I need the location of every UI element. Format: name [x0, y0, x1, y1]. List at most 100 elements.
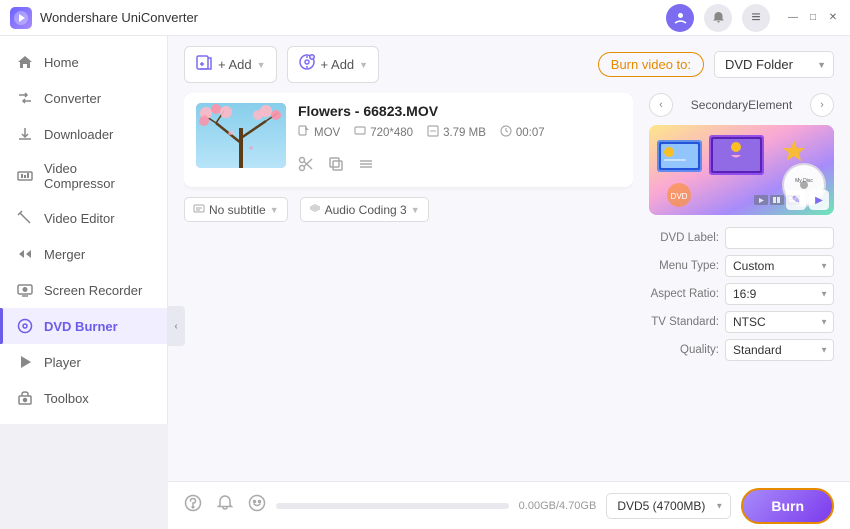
user-icon[interactable]: [666, 4, 694, 32]
subtitle-icon: [193, 202, 205, 217]
file-controls: No subtitle ▼: [184, 197, 633, 222]
disc-size-select-wrap: DVD5 (4700MB) DVD9 (8540MB): [606, 493, 731, 519]
file-format-value: MOV: [314, 127, 340, 139]
close-button[interactable]: ✕: [826, 11, 840, 25]
subtitle-dropdown[interactable]: No subtitle ▼: [184, 197, 288, 222]
preview-thumbnail: My Disc DVD: [649, 125, 834, 215]
copy-icon[interactable]: [328, 156, 344, 177]
sidebar-item-video-editor[interactable]: Video Editor: [0, 200, 167, 236]
help-icon[interactable]: [184, 494, 202, 517]
menu-type-select[interactable]: Custom None Standard: [725, 255, 834, 277]
converter-icon: [16, 89, 34, 107]
sidebar-item-recorder-label: Screen Recorder: [44, 283, 142, 298]
subtitle-label: No subtitle: [209, 203, 266, 217]
cut-icon[interactable]: [298, 156, 314, 177]
disc-size-select[interactable]: DVD5 (4700MB) DVD9 (8540MB): [606, 493, 731, 519]
sidebar-item-merger[interactable]: Merger: [0, 236, 167, 272]
sidebar-item-toolbox-label: Toolbox: [44, 391, 89, 406]
aspect-ratio-label: Aspect Ratio:: [649, 288, 719, 300]
duration-icon: [500, 125, 512, 140]
file-size-value: 3.79 MB: [443, 127, 486, 139]
file-meta: MOV 720*480: [298, 125, 621, 140]
titlebar: Wondershare UniConverter ≡ — □ ✕: [0, 0, 850, 36]
prev-template-button[interactable]: ‹: [649, 93, 673, 117]
burn-button[interactable]: Burn: [741, 488, 834, 524]
sidebar-item-merger-label: Merger: [44, 247, 85, 262]
sidebar-item-converter-label: Converter: [44, 91, 101, 106]
menu-type-select-wrap: Custom None Standard: [725, 255, 834, 277]
dvd-label-row: DVD Label:: [649, 227, 834, 249]
quality-select[interactable]: Standard High Low: [725, 339, 834, 361]
screen-recorder-icon: [16, 281, 34, 299]
sidebar-item-toolbox[interactable]: Toolbox: [0, 380, 167, 416]
titlebar-icons: ≡ — □ ✕: [666, 4, 840, 32]
audio-label: Audio Coding 3: [325, 203, 407, 217]
file-list: Flowers - 66823.MOV MOV: [184, 93, 633, 481]
progress-area: 0.00GB/4.70GB: [276, 500, 596, 512]
app-logo: [10, 7, 32, 29]
quality-row: Quality: Standard High Low: [649, 339, 834, 361]
settings-form: DVD Label: Menu Type: Custom None Standa…: [649, 227, 834, 361]
format-icon: [298, 125, 310, 140]
maximize-button[interactable]: □: [806, 11, 820, 25]
add-disc-label: + Add: [321, 57, 355, 72]
sidebar: Home Converter Downloader Video Compress…: [0, 36, 168, 424]
file-duration: 00:07: [500, 125, 545, 140]
bottom-icons: [184, 494, 266, 517]
add-disc-dropdown-icon: ▼: [359, 60, 368, 70]
preview-play-button[interactable]: ▶: [809, 190, 829, 210]
sidebar-item-home-label: Home: [44, 55, 79, 70]
content-area: + Add ▼ + Add ▼: [168, 36, 850, 529]
svg-text:DVD: DVD: [671, 192, 688, 201]
template-label: SecondaryElement: [691, 98, 792, 112]
preview-edit-button[interactable]: ✎: [786, 190, 806, 210]
video-compressor-icon: [16, 167, 34, 185]
size-icon: [427, 125, 439, 140]
file-thumb-image: [196, 103, 286, 168]
add-files-button[interactable]: + Add ▼: [184, 46, 277, 83]
menu-more-icon[interactable]: [358, 156, 374, 177]
sidebar-item-compressor-label: Video Compressor: [44, 161, 151, 191]
sidebar-wrapper: Home Converter Downloader Video Compress…: [0, 36, 168, 529]
file-thumbnail: [196, 103, 286, 168]
menu-type-row: Menu Type: Custom None Standard: [649, 255, 834, 277]
sidebar-item-downloader-label: Downloader: [44, 127, 113, 142]
aspect-ratio-row: Aspect Ratio: 16:9 4:3: [649, 283, 834, 305]
sidebar-item-player[interactable]: Player: [0, 344, 167, 380]
audio-dropdown[interactable]: Audio Coding 3 ▼: [300, 197, 429, 222]
minimize-button[interactable]: —: [786, 11, 800, 25]
main-layout: Home Converter Downloader Video Compress…: [0, 36, 850, 529]
dvd-burner-icon: [16, 317, 34, 335]
middle-area: Flowers - 66823.MOV MOV: [168, 93, 850, 481]
sidebar-collapse-button[interactable]: ‹: [167, 306, 185, 346]
notification-bottom-icon[interactable]: [216, 494, 234, 517]
progress-bar: [276, 503, 509, 509]
file-actions: [298, 156, 621, 177]
add-files-label: + Add: [218, 57, 252, 72]
next-template-button[interactable]: ›: [810, 93, 834, 117]
file-resolution-value: 720*480: [370, 127, 413, 139]
bottom-bar: 0.00GB/4.70GB DVD5 (4700MB) DVD9 (8540MB…: [168, 481, 850, 529]
notification-icon[interactable]: [704, 4, 732, 32]
merger-icon: [16, 245, 34, 263]
feedback-icon[interactable]: [248, 494, 266, 517]
file-size: 3.79 MB: [427, 125, 486, 140]
sidebar-item-video-compressor[interactable]: Video Compressor: [0, 152, 167, 200]
add-disc-button[interactable]: + Add ▼: [287, 46, 380, 83]
dvd-label-input[interactable]: [725, 227, 834, 249]
aspect-ratio-select[interactable]: 16:9 4:3: [725, 283, 834, 305]
menu-icon[interactable]: ≡: [742, 4, 770, 32]
sidebar-item-screen-recorder[interactable]: Screen Recorder: [0, 272, 167, 308]
sidebar-item-home[interactable]: Home: [0, 44, 167, 80]
sidebar-item-dvd-label: DVD Burner: [44, 319, 118, 334]
tv-standard-select[interactable]: NTSC PAL: [725, 311, 834, 333]
tv-standard-row: TV Standard: NTSC PAL: [649, 311, 834, 333]
add-files-dropdown-icon: ▼: [257, 60, 266, 70]
right-panel: ‹ SecondaryElement ›: [649, 93, 834, 481]
sidebar-item-downloader[interactable]: Downloader: [0, 116, 167, 152]
quality-select-wrap: Standard High Low: [725, 339, 834, 361]
sidebar-item-dvd-burner[interactable]: DVD Burner ‹: [0, 308, 167, 344]
file-info: Flowers - 66823.MOV MOV: [298, 103, 621, 177]
burn-to-select[interactable]: DVD Folder DVD Disc ISO File: [714, 51, 834, 78]
sidebar-item-converter[interactable]: Converter: [0, 80, 167, 116]
